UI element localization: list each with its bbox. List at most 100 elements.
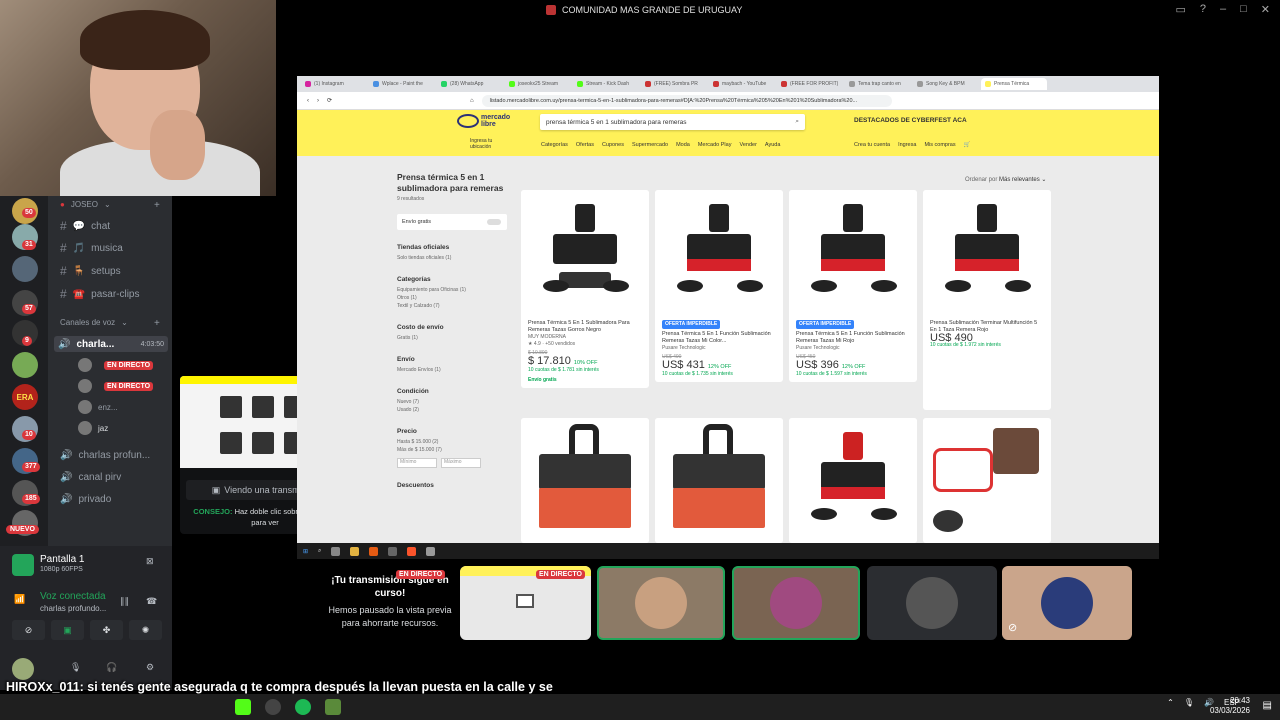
headphones-icon[interactable]: 🎧	[106, 662, 117, 673]
browser-tab[interactable]: (1) Instagram	[301, 78, 367, 90]
filter-section[interactable]: Condición Nuevo (7) Usado (2)	[397, 388, 507, 414]
reload-icon[interactable]: ⟳	[327, 97, 332, 104]
nav-ayuda[interactable]: Ayuda	[765, 142, 781, 148]
voice-channel-active[interactable]: 🔊 charla... 4:03:50	[54, 336, 168, 352]
server-icon[interactable]	[12, 352, 38, 378]
browser-tab[interactable]: maybach - YouTube	[709, 78, 775, 90]
product-image[interactable]	[655, 418, 783, 543]
channel-pasar-clips[interactable]: # ☎️ pasar-clips	[60, 287, 140, 301]
filter-section[interactable]: Precio Hasta $ 15.000 (2) Más de $ 15.000…	[397, 428, 507, 468]
nav-categorias[interactable]: Categorías	[541, 142, 568, 148]
browser-tab[interactable]: (FREE) Sombra PR	[641, 78, 707, 90]
nav-mercado-play[interactable]: Mercado Play	[698, 142, 732, 148]
obs-icon[interactable]	[265, 699, 281, 715]
voice-user[interactable]: EN DIRECTO	[78, 379, 154, 393]
help-icon[interactable]: ?	[1200, 3, 1206, 16]
browser-tab[interactable]: Stream - Kick Dash	[573, 78, 639, 90]
search-input[interactable]: prensa térmica 5 en 1 sublimadora para r…	[540, 114, 805, 130]
product-card[interactable]	[923, 418, 1051, 543]
product-card[interactable]	[521, 418, 649, 543]
voice-user[interactable]: jaz	[78, 421, 108, 435]
free-shipping-toggle[interactable]: Envío gratis	[397, 214, 507, 230]
browser-tab-active[interactable]: Prensa Térmica	[981, 78, 1047, 90]
filter-section[interactable]: Envío Mercado Envíos (1)	[397, 356, 507, 374]
disconnect-icon[interactable]: ☎	[146, 596, 157, 607]
url-field[interactable]: listado.mercadolibre.com.uy/prensa-termi…	[481, 94, 892, 107]
soundboard-icon[interactable]: ✺	[129, 620, 162, 640]
noise-icon[interactable]: ∥∥	[120, 596, 129, 607]
back-icon[interactable]: ‹	[307, 98, 309, 104]
kick-icon[interactable]	[235, 699, 251, 715]
create-account-link[interactable]: Crea tu cuenta	[854, 142, 890, 148]
login-link[interactable]: Ingresa	[898, 142, 916, 148]
channel-setups[interactable]: # 🪑 setups	[60, 264, 121, 278]
voice-user[interactable]: enz...	[78, 400, 118, 414]
voice-channel-name[interactable]: charlas profundo...	[40, 604, 106, 613]
nav-ofertas[interactable]: Ofertas	[576, 142, 594, 148]
settings-icon[interactable]: ⚙	[146, 662, 154, 673]
filter-section[interactable]: Categorías Equipamiento para Oficinas (1)…	[397, 276, 507, 310]
category-header[interactable]: ● JOSEO ⌄	[60, 200, 111, 209]
browser-tab[interactable]: (28) WhatsApp	[437, 78, 503, 90]
product-card[interactable]: OFERTA IMPERDIBLE Prensa Térmica 5 En 1 …	[655, 190, 783, 382]
bookmark-icon[interactable]: ⌂	[470, 98, 474, 104]
clock[interactable]: 20:43 03/03/2026	[1210, 696, 1250, 716]
participant-tile[interactable]	[732, 566, 860, 640]
add-voice-channel-icon[interactable]: +	[154, 318, 160, 329]
product-card[interactable]: Prensa Sublimación Terminar Multifunción…	[923, 190, 1051, 410]
cart-icon[interactable]: 🛒	[964, 142, 971, 148]
browser-tab[interactable]: Wplace - Paint the	[369, 78, 435, 90]
product-card[interactable]	[655, 418, 783, 543]
minimize-icon[interactable]: –	[1220, 3, 1226, 16]
promo-banner[interactable]: DESTACADOS DE CYBERFEST ACA	[854, 117, 967, 124]
location-link[interactable]: Ingresa tu ubicación	[470, 138, 492, 150]
minecraft-icon[interactable]	[325, 699, 341, 715]
activities-icon[interactable]: ✤	[90, 620, 123, 640]
price-max-input[interactable]: Máximo	[441, 458, 481, 468]
product-card[interactable]: Prensa Térmica 5 En 1 Sublimadora Para R…	[521, 190, 649, 388]
product-image[interactable]	[923, 190, 1051, 316]
browser-tab[interactable]: Song Key & BPM	[913, 78, 979, 90]
spotify-icon[interactable]	[295, 699, 311, 715]
filter-section[interactable]: Costo de envío Gratis (1)	[397, 324, 507, 342]
product-image[interactable]	[789, 190, 917, 316]
search-icon[interactable]: ⌕	[795, 118, 799, 126]
product-image[interactable]	[923, 418, 1051, 543]
product-image[interactable]	[521, 418, 649, 543]
filter-section[interactable]: Tiendas oficiales Solo tiendas oficiales …	[397, 244, 507, 262]
price-min-input[interactable]: Mínimo	[397, 458, 437, 468]
nav-moda[interactable]: Moda	[676, 142, 690, 148]
add-channel-icon[interactable]: +	[154, 200, 160, 211]
product-image[interactable]	[521, 190, 649, 316]
server-icon-era[interactable]: ERA	[12, 384, 38, 410]
chevron-up-icon[interactable]: ⌃	[1167, 698, 1174, 707]
browser-tab[interactable]: Tema trap canto en	[845, 78, 911, 90]
nav-supermercado[interactable]: Supermercado	[632, 142, 668, 148]
participant-tile[interactable]	[597, 566, 725, 640]
screen-share-button[interactable]: ▣	[51, 620, 84, 640]
server-icon[interactable]	[12, 256, 38, 282]
microphone-icon[interactable]: 🎙	[70, 662, 81, 673]
my-purchases-link[interactable]: Mis compras	[924, 142, 955, 148]
channel-chat[interactable]: # 💬 chat	[60, 219, 110, 233]
participant-tile[interactable]	[867, 566, 997, 640]
maximize-icon[interactable]: □	[1240, 3, 1247, 16]
notification-icon[interactable]: ▤	[1263, 700, 1272, 711]
inbox-icon[interactable]: ▭	[1175, 3, 1185, 16]
nav-cupones[interactable]: Cupones	[602, 142, 624, 148]
forward-icon[interactable]: ›	[317, 98, 319, 104]
channel-musica[interactable]: # 🎵 musica	[60, 241, 123, 255]
sort-dropdown[interactable]: Ordenar por Más relevantes ⌄	[965, 176, 1046, 183]
browser-tab[interactable]: (FREE FOR PROFIT)	[777, 78, 843, 90]
participant-tile[interactable]: ⊘	[1002, 566, 1132, 640]
voice-category-header[interactable]: Canales de voz ⌄	[60, 318, 128, 327]
product-image[interactable]	[789, 418, 917, 543]
stop-share-icon[interactable]: ⊠	[146, 556, 154, 567]
nav-vender[interactable]: Vender	[739, 142, 756, 148]
product-card[interactable]: OFERTA IMPERDIBLE Prensa Térmica 5 En 1 …	[789, 190, 917, 382]
mercadolibre-logo[interactable]: mercado libre	[457, 114, 510, 128]
voice-channel[interactable]: 🔊 privado	[60, 494, 111, 505]
voice-channel[interactable]: 🔊 charlas profun...	[60, 450, 150, 461]
stream-tile[interactable]: EN DIRECTO	[460, 566, 591, 640]
voice-status[interactable]: Voz conectada	[40, 591, 106, 602]
